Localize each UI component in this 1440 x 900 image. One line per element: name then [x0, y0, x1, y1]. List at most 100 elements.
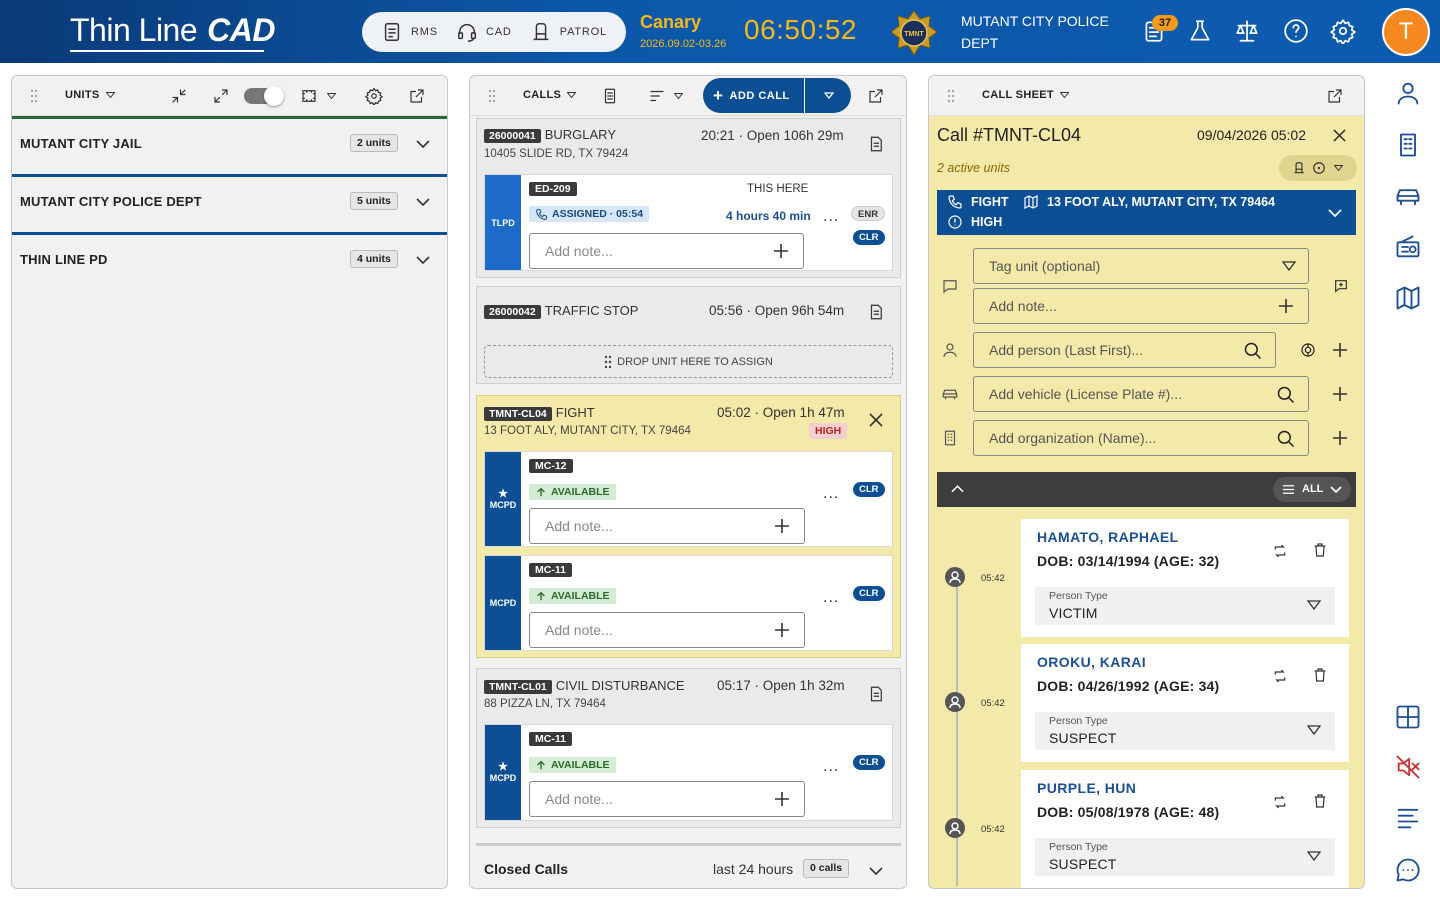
unit-note-input[interactable]: Add note...	[529, 612, 805, 648]
call-card-fight[interactable]: TMNT-CL04 FIGHT 05:02 · Open 1h 47m 13 FO…	[476, 395, 901, 658]
sheet-note-input[interactable]: Add note...	[973, 288, 1309, 324]
tag-unit-select[interactable]: Tag unit (optional)	[973, 248, 1309, 284]
plus-icon[interactable]	[774, 518, 790, 534]
chevron-down-icon[interactable]	[1327, 207, 1343, 219]
caret-down-icon[interactable]	[327, 93, 336, 99]
person-card[interactable]: PURPLE, HUN DOB: 05/08/1978 (AGE: 48) Pe…	[1021, 770, 1349, 888]
gear-icon[interactable]	[365, 87, 383, 105]
person-name[interactable]: OROKU, KARAI	[1037, 654, 1146, 670]
settings-button[interactable]	[1330, 18, 1356, 44]
trash-icon[interactable]	[1312, 793, 1328, 809]
plus-icon[interactable]	[773, 243, 789, 259]
person-type-select[interactable]: Person Type VICTIM	[1035, 587, 1335, 625]
document-icon[interactable]	[867, 135, 885, 153]
call-card-traffic-stop[interactable]: 26000042 TRAFFIC STOP 05:56 · Open 96h 54…	[476, 286, 901, 384]
call-card-civil-disturbance[interactable]: TMNT-CL01 CIVIL DISTURBANCE 05:17 · Open …	[476, 668, 901, 828]
legal-button[interactable]	[1234, 18, 1260, 44]
chevron-down-icon[interactable]	[415, 194, 431, 210]
lab-button[interactable]	[1187, 18, 1213, 44]
chevron-down-icon[interactable]	[415, 136, 431, 152]
call-sheet-title[interactable]: CALL SHEET	[982, 89, 1069, 101]
person-card[interactable]: OROKU, KARAI DOB: 04/26/1992 (AGE: 34) P…	[1021, 644, 1349, 762]
document-icon[interactable]	[867, 303, 885, 321]
add-person-input[interactable]: Add person (Last First)...	[973, 332, 1276, 368]
more-options-icon[interactable]: ...	[823, 758, 839, 776]
chevron-down-icon[interactable]	[415, 252, 431, 268]
biometric-icon[interactable]	[1300, 342, 1316, 358]
help-button[interactable]	[1283, 18, 1309, 44]
nav-layout[interactable]	[1394, 703, 1422, 731]
unit-note-input[interactable]: Add note...	[529, 781, 805, 817]
more-options-icon[interactable]: ...	[823, 485, 839, 503]
popout-icon[interactable]	[408, 87, 426, 105]
sort-icon[interactable]	[648, 87, 666, 105]
closed-calls-row[interactable]: Closed Calls last 24 hours 0 calls	[476, 843, 901, 888]
person-type-select[interactable]: Person Type SUSPECT	[1035, 838, 1335, 876]
agency-group-jail[interactable]: MUTANT CITY JAIL 2 units	[12, 116, 447, 174]
drop-zone[interactable]: DROP UNIT HERE TO ASSIGN	[484, 345, 893, 378]
chevron-up-icon[interactable]	[951, 484, 964, 493]
timeline-filter-button[interactable]: ALL	[1273, 477, 1351, 502]
nav-map[interactable]	[1394, 284, 1422, 312]
nav-mute[interactable]	[1394, 753, 1422, 781]
app-logo[interactable]: Thin Line CAD	[70, 12, 275, 52]
trash-icon[interactable]	[1312, 542, 1328, 558]
nav-radio[interactable]	[1394, 233, 1422, 261]
layout-select-icon[interactable]	[300, 87, 318, 105]
enroute-tag[interactable]: ENR	[851, 206, 886, 221]
unit-note-input[interactable]: Add note...	[529, 233, 804, 269]
caret-down-icon[interactable]	[674, 93, 683, 99]
more-options-icon[interactable]: ...	[823, 208, 839, 226]
search-icon[interactable]	[1243, 341, 1263, 361]
mode-rms[interactable]: RMS	[381, 21, 438, 43]
user-avatar[interactable]: T	[1382, 8, 1430, 56]
unit-card[interactable]: ★ MCPD MC-12 AVAILABLE ... CLR Add note.…	[484, 451, 893, 547]
calls-panel-title[interactable]: CALLS	[523, 89, 577, 101]
popout-icon[interactable]	[1326, 87, 1344, 105]
unit-card[interactable]: TLPD ED-209 THIS HERE ASSIGNED · 05:54 4…	[484, 174, 893, 271]
expand-icon[interactable]	[212, 87, 230, 105]
drag-handle-icon[interactable]	[947, 89, 955, 103]
document-icon[interactable]	[867, 685, 885, 703]
plus-icon[interactable]	[1332, 430, 1348, 446]
agency-group-thinline[interactable]: THIN LINE PD 4 units	[12, 232, 447, 290]
close-icon[interactable]	[869, 413, 883, 427]
nav-chat[interactable]	[1394, 856, 1422, 884]
nav-log[interactable]	[1394, 804, 1422, 832]
document-icon[interactable]	[601, 87, 619, 105]
unit-card[interactable]: ★ MCPD MC-11 AVAILABLE ... CLR Add note.…	[484, 724, 893, 821]
unit-filter-chip[interactable]	[1279, 155, 1357, 181]
unit-note-input[interactable]: Add note...	[529, 508, 805, 544]
chevron-down-icon[interactable]	[868, 863, 884, 879]
unit-card[interactable]: MCPD MC-11 AVAILABLE ... CLR Add note...	[484, 555, 893, 651]
mode-cad[interactable]: CAD	[456, 21, 512, 43]
clear-button[interactable]: CLR	[853, 230, 885, 245]
person-type-select[interactable]: Person Type SUSPECT	[1035, 712, 1335, 750]
mode-patrol[interactable]: PATROL	[530, 21, 607, 43]
swap-icon[interactable]	[1272, 543, 1288, 559]
person-card[interactable]: HAMATO, RAPHAEL DOB: 03/14/1994 (AGE: 32…	[1021, 519, 1349, 637]
clear-button[interactable]: CLR	[853, 755, 885, 770]
drag-handle-icon[interactable]	[488, 89, 496, 103]
add-vehicle-input[interactable]: Add vehicle (License Plate #)...	[973, 376, 1309, 412]
trash-icon[interactable]	[1312, 667, 1328, 683]
swap-icon[interactable]	[1272, 668, 1288, 684]
drag-handle-icon[interactable]	[30, 89, 38, 103]
add-comment-icon[interactable]	[1333, 278, 1349, 294]
add-call-button[interactable]: + ADD CALL	[703, 78, 851, 113]
popout-icon[interactable]	[867, 87, 885, 105]
call-banner[interactable]: FIGHT 13 FOOT ALY, MUTANT CITY, TX 79464…	[937, 190, 1356, 235]
plus-icon[interactable]	[1332, 386, 1348, 402]
person-name[interactable]: HAMATO, RAPHAEL	[1037, 529, 1179, 545]
collapse-icon[interactable]	[170, 87, 188, 105]
add-organization-input[interactable]: Add organization (Name)...	[973, 420, 1309, 456]
plus-icon[interactable]	[774, 791, 790, 807]
search-icon[interactable]	[1276, 429, 1296, 449]
more-options-icon[interactable]: ...	[823, 589, 839, 607]
plus-icon[interactable]	[774, 622, 790, 638]
person-name[interactable]: PURPLE, HUN	[1037, 780, 1136, 796]
call-card-burglary[interactable]: 26000041 BURGLARY 20:21 · Open 106h 29m 1…	[476, 118, 901, 278]
clear-button[interactable]: CLR	[853, 482, 885, 497]
search-icon[interactable]	[1276, 385, 1296, 405]
view-toggle[interactable]	[244, 86, 284, 106]
